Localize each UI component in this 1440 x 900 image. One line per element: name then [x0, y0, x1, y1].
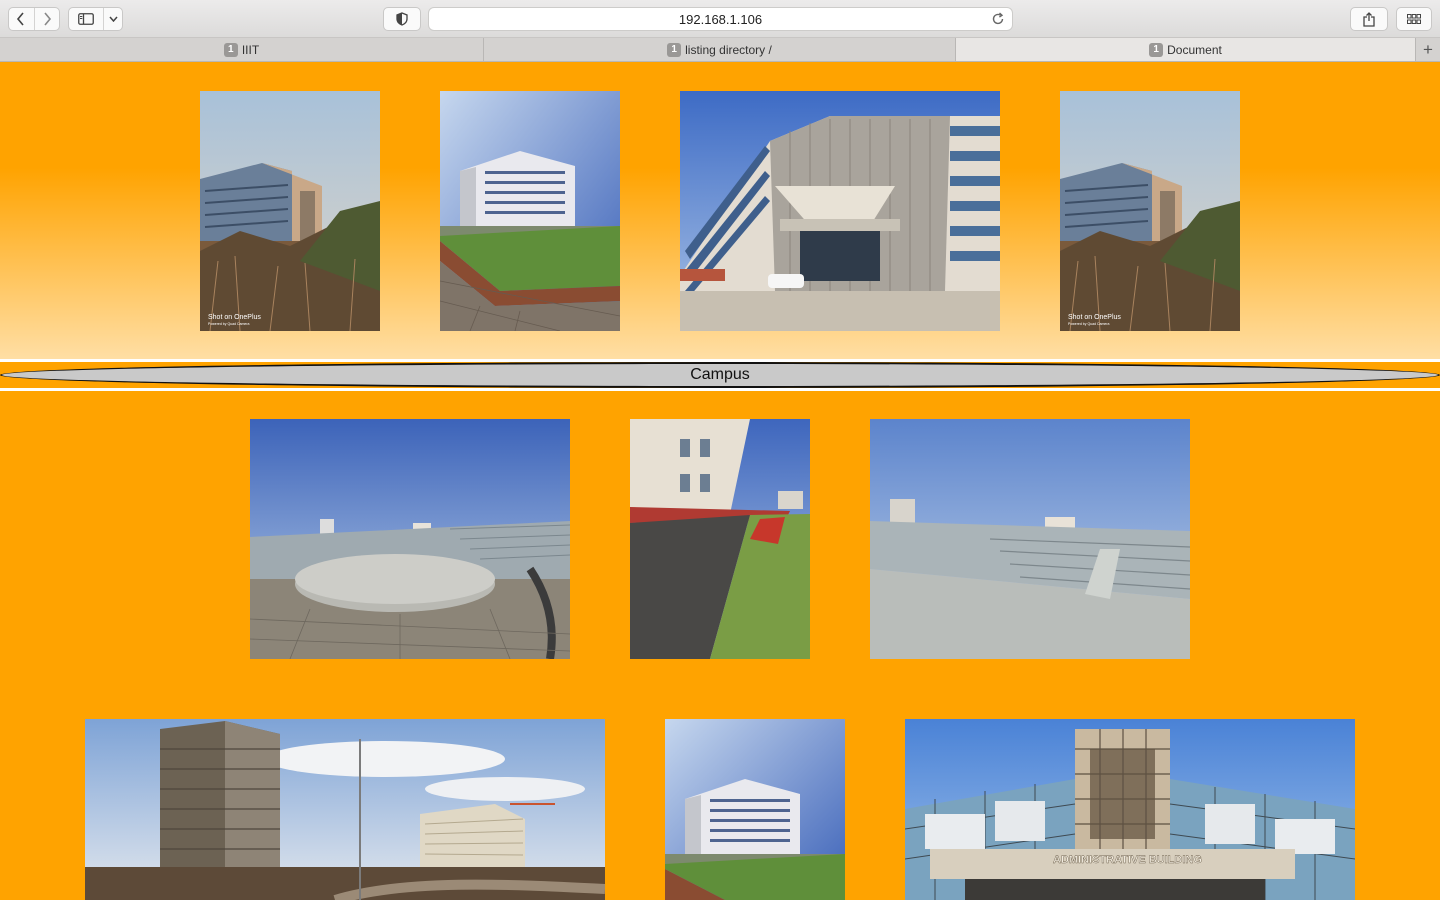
campus-photo-2	[440, 91, 620, 331]
campus-photo-1: Shot on OnePlus Powered by Quad Camera	[200, 91, 380, 331]
back-icon	[17, 12, 24, 26]
campus-photo-8	[85, 719, 605, 900]
photo-watermark: Shot on OnePlus	[208, 314, 261, 321]
campus-photo-7	[870, 419, 1190, 659]
browser-toolbar: 192.168.1.106	[0, 0, 1440, 38]
tab-label: IIIT	[241, 42, 260, 57]
share-icon	[1363, 11, 1375, 27]
tab-overview-icon	[1407, 14, 1421, 24]
photo-watermark-sub: Powered by Quad Camera	[208, 322, 249, 326]
tab-listing-directory[interactable]: 1 listing directory /	[484, 38, 956, 61]
page-content: Shot on OnePlus Powered by Quad Camera S…	[0, 63, 1440, 900]
forward-icon	[44, 12, 51, 26]
address-text: 192.168.1.106	[678, 11, 763, 27]
tab-label: Document	[1167, 42, 1222, 57]
tab-document[interactable]: 1 Document	[956, 38, 1416, 61]
campus-photo-10: ADMINISTRATIVE BUILDING	[905, 719, 1355, 900]
privacy-report-button[interactable]	[383, 7, 421, 31]
tab-bar: 1 IIIT 1 listing directory / 1 Document …	[0, 38, 1440, 62]
photo-watermark-sub: Powered by Quad Camera	[1068, 322, 1109, 326]
back-button[interactable]	[9, 8, 34, 30]
tab-count-badge: 1	[223, 42, 238, 57]
divider	[0, 388, 1440, 391]
tab-iiit[interactable]: 1 IIIT	[0, 38, 484, 61]
reload-icon[interactable]	[991, 12, 1005, 26]
new-tab-button[interactable]: +	[1416, 38, 1440, 61]
campus-photo-4: Shot on OnePlus Powered by Quad Camera	[1060, 91, 1240, 331]
section-heading-text: Campus	[690, 366, 750, 383]
sidebar-button[interactable]	[68, 7, 123, 31]
shield-icon	[396, 12, 408, 26]
campus-photo-5	[250, 419, 570, 659]
sidebar-menu-toggle[interactable]	[104, 8, 122, 30]
sidebar-icon	[78, 13, 95, 25]
section-heading: Campus	[0, 362, 1440, 388]
sidebar-toggle[interactable]	[69, 8, 105, 30]
chevron-down-icon	[109, 16, 118, 22]
building-sign-text: ADMINISTRATIVE BUILDING	[1053, 854, 1202, 866]
tab-count-badge: 1	[1149, 42, 1164, 57]
forward-button[interactable]	[33, 8, 60, 30]
photo-watermark: Shot on OnePlus	[1068, 314, 1121, 321]
campus-photo-3	[680, 91, 1000, 331]
tab-label: listing directory /	[685, 42, 772, 57]
share-button[interactable]	[1350, 7, 1388, 31]
tab-overview-button[interactable]	[1396, 7, 1432, 31]
campus-photo-6	[630, 419, 810, 659]
tab-count-badge: 1	[667, 42, 682, 57]
plus-icon: +	[1423, 39, 1433, 59]
address-bar[interactable]: 192.168.1.106	[428, 7, 1013, 31]
navigation-buttons	[8, 7, 60, 31]
top-gallery: Shot on OnePlus Powered by Quad Camera S…	[0, 63, 1440, 361]
campus-photo-9	[665, 719, 845, 900]
